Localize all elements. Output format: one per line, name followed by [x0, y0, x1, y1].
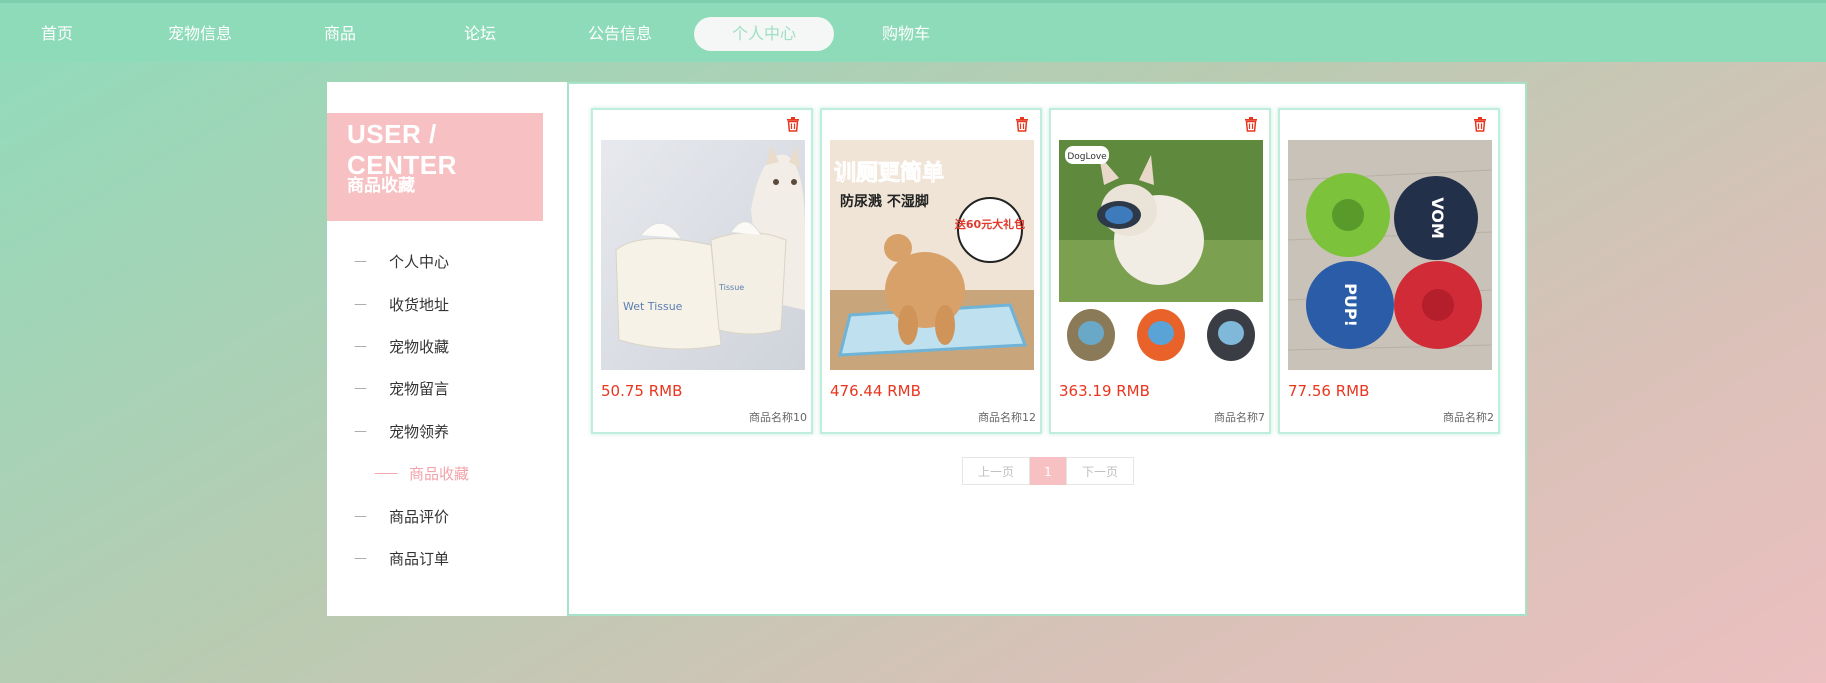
- favorites-panel: Wet Tissue Tissue 50.75 RMB 商品名称10 训厕更简单…: [567, 82, 1527, 616]
- top-nav-bar: 首页 宠物信息 商品 论坛 公告信息 个人中心 购物车: [0, 0, 1826, 62]
- product-name[interactable]: 商品名称2: [1443, 409, 1494, 425]
- product-name[interactable]: 商品名称10: [749, 409, 807, 425]
- dash-icon: ——: [374, 466, 398, 481]
- image-text-line1: 训厕更简单: [834, 160, 944, 186]
- sidebar-item-label: 宠物留言: [389, 380, 450, 398]
- dash-icon: —: [354, 297, 367, 312]
- trash-icon[interactable]: [1243, 116, 1259, 132]
- sidebar-item-product-orders[interactable]: — 商品订单: [327, 544, 567, 574]
- dog-muzzle-image[interactable]: DogLove: [1059, 140, 1263, 370]
- svg-text:Tissue: Tissue: [718, 283, 744, 292]
- nav-products[interactable]: 商品: [300, 17, 380, 51]
- nav-announcements[interactable]: 公告信息: [570, 17, 670, 51]
- product-card[interactable]: 训厕更简单 防尿溅 不湿脚 送60元大礼包 476.44 RMB 商品名称12: [820, 108, 1042, 434]
- dash-icon: —: [354, 424, 367, 439]
- product-card[interactable]: DogLove 363.19 RMB 商品名称7: [1049, 108, 1271, 434]
- dash-icon: —: [354, 509, 367, 524]
- image-text-line2: 防尿溅 不湿脚: [840, 193, 929, 210]
- product-price: 476.44 RMB: [830, 382, 921, 400]
- current-page[interactable]: 1: [1030, 457, 1066, 485]
- sidebar-item-pet-messages[interactable]: — 宠物留言: [327, 374, 567, 404]
- user-sidebar: USER / CENTER 商品收藏 — 个人中心 — 收货地址 — 宠物收藏 — 宠物…: [327, 82, 567, 616]
- image-text-b: VOM: [1428, 197, 1447, 239]
- dash-icon: —: [354, 551, 367, 566]
- dash-icon: —: [354, 254, 367, 269]
- trash-icon[interactable]: [785, 116, 801, 132]
- product-price: 363.19 RMB: [1059, 382, 1150, 400]
- sidebar-subtitle: 商品收藏: [347, 176, 415, 196]
- nav-forum[interactable]: 论坛: [440, 17, 520, 51]
- sidebar-item-label: 宠物领养: [389, 423, 450, 441]
- sidebar-item-label: 商品收藏: [409, 465, 470, 483]
- product-card[interactable]: Wet Tissue Tissue 50.75 RMB 商品名称10: [591, 108, 813, 434]
- image-text-a: PUP!: [1341, 283, 1360, 327]
- dog-toilet-image[interactable]: 训厕更简单 防尿溅 不湿脚 送60元大礼包: [830, 140, 1034, 370]
- dash-icon: —: [354, 339, 367, 354]
- sidebar-item-pet-adoption[interactable]: — 宠物领养: [327, 417, 567, 447]
- next-page-button[interactable]: 下一页: [1066, 457, 1134, 485]
- pet-bowls-image[interactable]: VOM PUP!: [1288, 140, 1492, 370]
- product-price: 50.75 RMB: [601, 382, 683, 400]
- trash-icon[interactable]: [1014, 116, 1030, 132]
- sidebar-item-product-reviews[interactable]: — 商品评价: [327, 502, 567, 532]
- svg-text:Wet Tissue: Wet Tissue: [623, 300, 683, 313]
- sidebar-item-label: 商品订单: [389, 550, 450, 568]
- nav-cart[interactable]: 购物车: [866, 17, 946, 51]
- image-badge: 送60元大礼包: [954, 217, 1025, 231]
- pagination: 上一页 1 下一页: [962, 457, 1134, 485]
- sidebar-item-user-center[interactable]: — 个人中心: [327, 247, 567, 277]
- product-price: 77.56 RMB: [1288, 382, 1370, 400]
- dash-icon: —: [354, 381, 367, 396]
- prev-page-button[interactable]: 上一页: [962, 457, 1030, 485]
- sidebar-item-label: 商品评价: [389, 508, 450, 526]
- product-name[interactable]: 商品名称7: [1214, 409, 1265, 425]
- sidebar-item-label: 收货地址: [389, 296, 450, 314]
- sidebar-item-pet-favorites[interactable]: — 宠物收藏: [327, 332, 567, 362]
- sidebar-item-product-favorites[interactable]: —— 商品收藏: [327, 459, 567, 489]
- nav-home[interactable]: 首页: [20, 17, 94, 51]
- product-card[interactable]: VOM PUP! 77.56 RMB 商品名称2: [1278, 108, 1500, 434]
- sidebar-item-address[interactable]: — 收货地址: [327, 290, 567, 320]
- image-tag: DogLove: [1067, 152, 1107, 162]
- sidebar-item-label: 个人中心: [389, 253, 450, 271]
- sidebar-header: USER / CENTER 商品收藏: [327, 113, 543, 221]
- trash-icon[interactable]: [1472, 116, 1488, 132]
- nav-user-center[interactable]: 个人中心: [694, 17, 834, 51]
- wet-tissue-cat-image[interactable]: Wet Tissue Tissue: [601, 140, 805, 370]
- sidebar-item-label: 宠物收藏: [389, 338, 450, 356]
- product-name[interactable]: 商品名称12: [978, 409, 1036, 425]
- nav-pet-info[interactable]: 宠物信息: [150, 17, 250, 51]
